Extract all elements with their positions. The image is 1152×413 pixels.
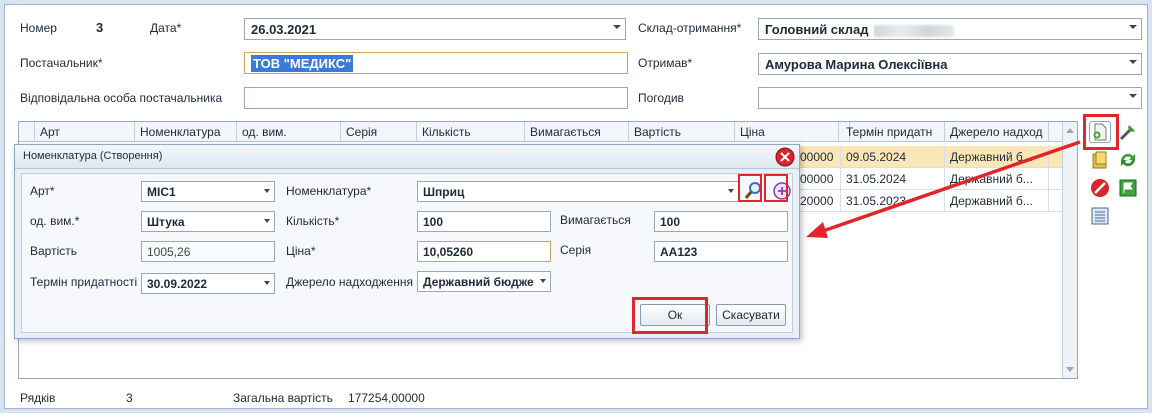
rows-label: Рядків: [20, 391, 56, 405]
rows-value: 3: [126, 391, 133, 405]
annotation-arrow: [806, 140, 1081, 238]
total-value: 177254,00000: [348, 391, 425, 405]
total-label: Загальна вартість: [233, 391, 333, 405]
